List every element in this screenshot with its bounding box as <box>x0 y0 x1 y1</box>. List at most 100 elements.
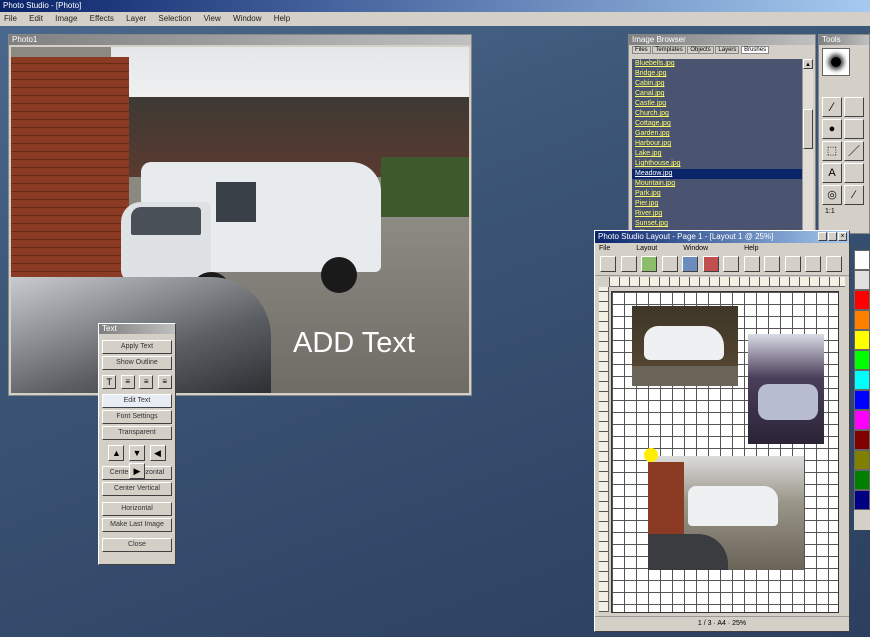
menu-file[interactable]: File <box>4 14 17 23</box>
layout-menu-help[interactable]: Help <box>744 245 758 252</box>
layout-page[interactable] <box>611 291 839 613</box>
menu-edit[interactable]: Edit <box>29 14 43 23</box>
hand-icon[interactable] <box>723 256 740 272</box>
maximize-icon[interactable] <box>828 232 837 241</box>
add-text-dialog[interactable]: Text Apply Text Show Outline T ≡ ≡ ≡ Edi… <box>98 323 176 565</box>
image-list-item[interactable]: Park.jpg <box>632 189 802 199</box>
palette-swatch[interactable] <box>854 370 870 390</box>
image-insert-icon[interactable] <box>641 256 658 272</box>
text-icon[interactable]: T <box>102 375 117 389</box>
line-icon[interactable]: ／ <box>844 141 864 161</box>
image-list-item[interactable]: Cabin.jpg <box>632 79 802 89</box>
image-list-item[interactable]: Pier.jpg <box>632 199 802 209</box>
stamp-icon[interactable]: ● <box>822 119 842 139</box>
photo-overlay-text[interactable]: ADD Text <box>293 327 415 360</box>
menu-selection[interactable]: Selection <box>158 14 191 23</box>
image-list-scrollbar[interactable]: ▲ <box>802 59 813 231</box>
layout-menu-window[interactable]: Window <box>683 245 708 252</box>
menu-image[interactable]: Image <box>55 14 77 23</box>
palette-swatch[interactable] <box>854 450 870 470</box>
arrow-right-icon[interactable]: ▶ <box>129 463 145 479</box>
close-icon[interactable]: × <box>838 232 847 241</box>
brush-preview[interactable] <box>822 48 850 76</box>
palette-swatch[interactable] <box>854 330 870 350</box>
arrow-up-icon[interactable]: ▲ <box>108 445 125 461</box>
image-list-item[interactable]: Castle.jpg <box>632 99 802 109</box>
image-list-item[interactable]: Harbour.jpg <box>632 139 802 149</box>
align-center-icon[interactable]: ≡ <box>139 375 154 389</box>
menu-help[interactable]: Help <box>274 14 290 23</box>
scanner-icon[interactable] <box>682 256 699 272</box>
palette-swatch[interactable] <box>854 250 870 270</box>
layout-photo-van[interactable] <box>648 456 804 570</box>
scroll-up-icon[interactable]: ▲ <box>803 59 813 69</box>
palette-swatch[interactable] <box>854 290 870 310</box>
tab-files[interactable]: Files <box>632 46 651 54</box>
font-settings-button[interactable]: Font Settings <box>102 410 172 424</box>
tab-templates[interactable]: Templates <box>652 46 686 54</box>
camera-icon[interactable] <box>702 256 719 272</box>
image-list[interactable]: Bluebells.jpg Bridge.jpg Cabin.jpg Canal.jp… <box>632 59 802 231</box>
center-vertical-button[interactable]: Center Vertical <box>102 482 172 496</box>
crop-icon[interactable] <box>743 256 760 272</box>
horizontal-button[interactable]: Horizontal <box>102 502 172 516</box>
tab-layers[interactable]: Layers <box>715 46 740 54</box>
minimize-icon[interactable] <box>818 232 827 241</box>
image-list-item[interactable]: Meadow.jpg <box>632 169 802 179</box>
eyedropper-icon[interactable]: ⁄ <box>844 185 864 205</box>
image-list-item[interactable]: Cottage.jpg <box>632 119 802 129</box>
selection-icon[interactable]: ⬚ <box>822 141 842 161</box>
tab-objects[interactable]: Objects <box>687 46 714 54</box>
image-list-item[interactable]: Canal.jpg <box>632 89 802 99</box>
grid-icon[interactable] <box>784 256 801 272</box>
image-browser-panel[interactable]: Image Browser Files Templates Objects La… <box>628 34 816 234</box>
eraser-icon[interactable] <box>844 119 864 139</box>
frame-icon[interactable] <box>805 256 822 272</box>
photo-canvas[interactable]: ADD Text <box>11 47 469 393</box>
scroll-thumb[interactable] <box>803 109 813 149</box>
layout-photo-car[interactable] <box>632 306 738 386</box>
image-list-item[interactable]: Lighthouse.jpg <box>632 159 802 169</box>
align-right-icon[interactable]: ≡ <box>157 375 172 389</box>
page-icon[interactable] <box>825 256 842 272</box>
align-left-icon[interactable]: ≡ <box>120 375 135 389</box>
image-list-item[interactable]: Mountain.jpg <box>632 179 802 189</box>
show-outline-button[interactable]: Show Outline <box>102 356 172 370</box>
transparent-button[interactable]: Transparent <box>102 426 172 440</box>
close-button[interactable]: Close <box>102 538 172 552</box>
layout-photo-snow[interactable] <box>748 334 824 444</box>
photo-window[interactable]: Photo1 ADD Text <box>8 34 472 396</box>
pointer-icon[interactable] <box>620 256 637 272</box>
image-list-item[interactable]: Lake.jpg <box>632 149 802 159</box>
menu-layer[interactable]: Layer <box>126 14 146 23</box>
pen-icon[interactable] <box>600 256 616 272</box>
print-icon[interactable] <box>661 256 678 272</box>
menu-window[interactable]: Window <box>233 14 261 23</box>
image-list-item[interactable]: Church.jpg <box>632 109 802 119</box>
paintbrush-icon[interactable]: ⁄ <box>822 97 842 117</box>
layout-menu-layout[interactable]: Layout <box>636 245 657 252</box>
image-list-item[interactable]: Bluebells.jpg <box>632 59 802 69</box>
shape-icon[interactable]: ◎ <box>822 185 842 205</box>
make-last-image-button[interactable]: Make Last Image <box>102 518 172 532</box>
palette-swatch[interactable] <box>854 270 870 290</box>
gradient-icon[interactable] <box>844 97 864 117</box>
zoom-icon[interactable] <box>764 256 781 272</box>
palette-swatch[interactable] <box>854 410 870 430</box>
menu-effects[interactable]: Effects <box>90 14 114 23</box>
image-list-item[interactable]: River.jpg <box>632 209 802 219</box>
fill-icon[interactable] <box>844 163 864 183</box>
palette-swatch[interactable] <box>854 430 870 450</box>
color-palette[interactable] <box>854 250 870 530</box>
text-tool-icon[interactable]: A <box>822 163 842 183</box>
layout-menu-file[interactable]: File <box>599 245 610 252</box>
palette-swatch[interactable] <box>854 490 870 510</box>
menu-view[interactable]: View <box>204 14 221 23</box>
arrow-left-icon[interactable]: ◀ <box>149 445 166 461</box>
image-list-item[interactable]: Garden.jpg <box>632 129 802 139</box>
image-list-item[interactable]: Bridge.jpg <box>632 69 802 79</box>
tools-panel[interactable]: Tools ⁄ ● ⬚ ／ A ◎ ⁄ 1:1 <box>818 34 870 234</box>
palette-swatch[interactable] <box>854 390 870 410</box>
edit-text-button[interactable]: Edit Text <box>102 394 172 408</box>
layout-window[interactable]: Photo Studio Layout - Page 1 - [Layout 1… <box>594 230 850 632</box>
